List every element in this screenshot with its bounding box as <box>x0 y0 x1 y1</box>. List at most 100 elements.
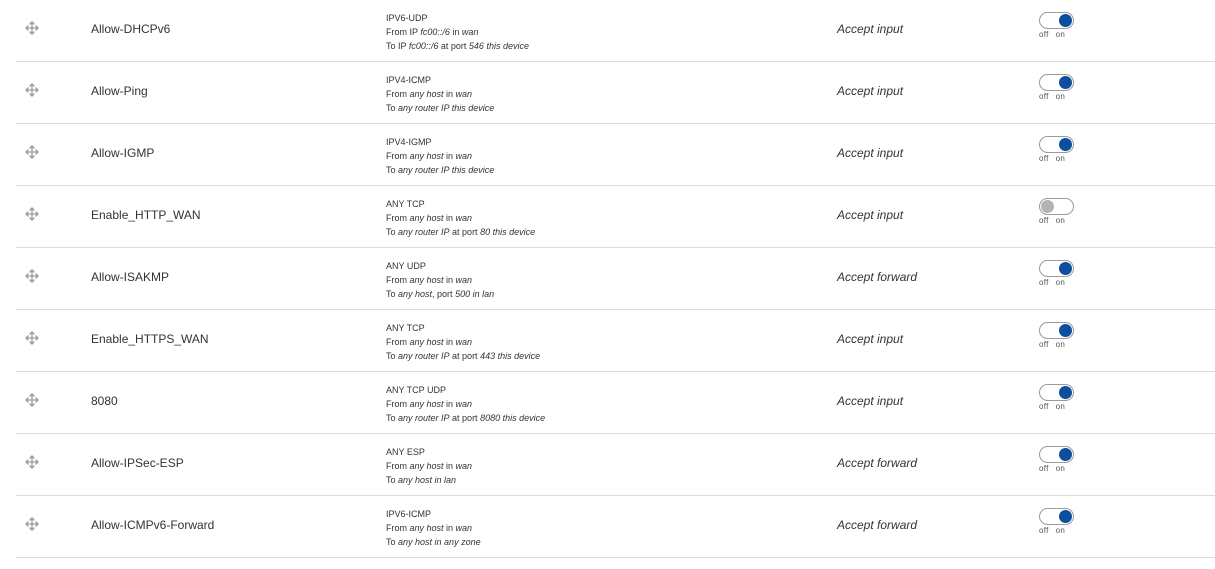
rule-name: Enable_HTTP_WAN <box>91 208 201 222</box>
toggle-knob <box>1059 76 1072 89</box>
toggle-off-label: off <box>1039 526 1049 535</box>
rule-match-description: IPV4-IGMP From any host in wan To any ro… <box>386 135 494 177</box>
toggle-off-label: off <box>1039 92 1049 101</box>
rule-match-description: ANY TCP UDP From any host in wan To any … <box>386 383 545 425</box>
rule-match-description: IPV6-ICMP From any host in wan To any ho… <box>386 507 481 549</box>
rule-source: From any host in wan <box>386 275 473 285</box>
toggle-knob <box>1059 262 1072 275</box>
rule-action: Accept forward <box>837 518 918 532</box>
rule-match-description: ANY UDP From any host in wan To any host… <box>386 259 494 301</box>
toggle-knob <box>1059 14 1072 27</box>
toggle-on-label: on <box>1055 526 1066 535</box>
rule-source: From any host in wan <box>386 337 473 347</box>
toggle-knob <box>1059 386 1072 399</box>
rule-protocol: IPV4-ICMP <box>386 75 432 85</box>
drag-move-icon[interactable] <box>24 330 40 346</box>
toggle-knob <box>1059 510 1072 523</box>
toggle-off-label: off <box>1039 278 1049 287</box>
rule-enable-toggle-group: off on <box>1039 74 1079 101</box>
table-row: Allow-IPSec-ESP ANY ESP From any host in… <box>16 434 1215 496</box>
toggle-knob <box>1041 200 1054 213</box>
rule-source: From any host in wan <box>386 213 473 223</box>
table-row: Allow-IGMP IPV4-IGMP From any host in wa… <box>16 124 1215 186</box>
toggle-off-label: off <box>1039 30 1049 39</box>
rule-action: Accept forward <box>837 456 918 470</box>
rule-match-description: ANY ESP From any host in wan To any host… <box>386 445 472 487</box>
rule-protocol: ANY UDP <box>386 261 426 271</box>
rule-source: From any host in wan <box>386 399 473 409</box>
rule-enable-toggle-on[interactable] <box>1039 508 1074 525</box>
rule-enable-toggle-on[interactable] <box>1039 446 1074 463</box>
table-row: Allow-ISAKMP ANY UDP From any host in wa… <box>16 248 1215 310</box>
toggle-knob <box>1059 448 1072 461</box>
rule-enable-toggle-group: off on <box>1039 136 1079 163</box>
rule-enable-toggle-on[interactable] <box>1039 384 1074 401</box>
rule-match-description: ANY TCP From any host in wan To any rout… <box>386 321 540 363</box>
rule-destination: To any router IP at port 443 this device <box>386 351 541 361</box>
rule-enable-toggle-off[interactable] <box>1039 198 1074 215</box>
toggle-on-label: on <box>1055 92 1066 101</box>
toggle-knob <box>1059 324 1072 337</box>
rule-match-description: IPV6-UDP From IP fc00::/6 in wan To IP f… <box>386 11 529 53</box>
rule-source: From any host in wan <box>386 89 473 99</box>
drag-move-icon[interactable] <box>24 268 40 284</box>
rule-source: From any host in wan <box>386 151 473 161</box>
rule-enable-toggle-group: off on <box>1039 12 1079 39</box>
rule-name: Enable_HTTPS_WAN <box>91 332 209 346</box>
rule-name: Allow-Ping <box>91 84 148 98</box>
rule-protocol: IPV6-ICMP <box>386 509 432 519</box>
drag-move-icon[interactable] <box>24 82 40 98</box>
toggle-on-label: on <box>1055 402 1066 411</box>
rule-enable-toggle-group: off on <box>1039 198 1079 225</box>
rule-enable-toggle-on[interactable] <box>1039 260 1074 277</box>
rule-name: Allow-ISAKMP <box>91 270 170 284</box>
rule-destination: To any host in lan <box>386 475 457 485</box>
drag-move-icon[interactable] <box>24 20 40 36</box>
table-row: 8080 ANY TCP UDP From any host in wan To… <box>16 372 1215 434</box>
firewall-rules-list: Allow-DHCPv6 IPV6-UDP From IP fc00::/6 i… <box>0 0 1215 558</box>
rule-enable-toggle-group: off on <box>1039 508 1079 535</box>
rule-name: Allow-IGMP <box>91 146 155 160</box>
rule-name: Allow-DHCPv6 <box>91 22 171 36</box>
rule-destination: To any router IP at port 8080 this devic… <box>386 413 546 423</box>
toggle-on-label: on <box>1055 464 1066 473</box>
rule-destination: To IP fc00::/6 at port 546 this device <box>386 41 529 51</box>
table-row: Allow-Ping IPV4-ICMP From any host in wa… <box>16 62 1215 124</box>
rule-enable-toggle-group: off on <box>1039 384 1079 411</box>
drag-move-icon[interactable] <box>24 392 40 408</box>
rule-enable-toggle-on[interactable] <box>1039 322 1074 339</box>
drag-move-icon[interactable] <box>24 144 40 160</box>
rule-enable-toggle-on[interactable] <box>1039 136 1074 153</box>
rule-protocol: IPV4-IGMP <box>386 137 432 147</box>
table-row: Allow-ICMPv6-Forward IPV6-ICMP From any … <box>16 496 1215 558</box>
rule-enable-toggle-group: off on <box>1039 260 1079 287</box>
toggle-off-label: off <box>1039 340 1049 349</box>
rule-name: 8080 <box>91 394 118 408</box>
toggle-off-label: off <box>1039 402 1049 411</box>
rule-source: From any host in wan <box>386 523 473 533</box>
rule-source: From any host in wan <box>386 461 473 471</box>
rule-enable-toggle-group: off on <box>1039 446 1079 473</box>
rule-protocol: ANY TCP UDP <box>386 385 447 395</box>
toggle-on-label: on <box>1055 216 1066 225</box>
rule-enable-toggle-on[interactable] <box>1039 74 1074 91</box>
rule-destination: To any router IP this device <box>386 103 495 113</box>
rule-action: Accept input <box>837 84 904 98</box>
toggle-on-label: on <box>1055 154 1066 163</box>
table-row: Allow-DHCPv6 IPV6-UDP From IP fc00::/6 i… <box>16 0 1215 62</box>
rule-destination: To any router IP at port 80 this device <box>386 227 536 237</box>
toggle-knob <box>1059 138 1072 151</box>
rule-enable-toggle-on[interactable] <box>1039 12 1074 29</box>
table-row: Enable_HTTPS_WAN ANY TCP From any host i… <box>16 310 1215 372</box>
toggle-off-label: off <box>1039 216 1049 225</box>
table-row: Enable_HTTP_WAN ANY TCP From any host in… <box>16 186 1215 248</box>
rule-match-description: ANY TCP From any host in wan To any rout… <box>386 197 535 239</box>
rule-action: Accept input <box>837 394 904 408</box>
drag-move-icon[interactable] <box>24 206 40 222</box>
rule-enable-toggle-group: off on <box>1039 322 1079 349</box>
toggle-on-label: on <box>1055 340 1066 349</box>
drag-move-icon[interactable] <box>24 516 40 532</box>
drag-move-icon[interactable] <box>24 454 40 470</box>
rule-destination: To any host, port 500 in lan <box>386 289 495 299</box>
rule-source: From IP fc00::/6 in wan <box>386 27 479 37</box>
